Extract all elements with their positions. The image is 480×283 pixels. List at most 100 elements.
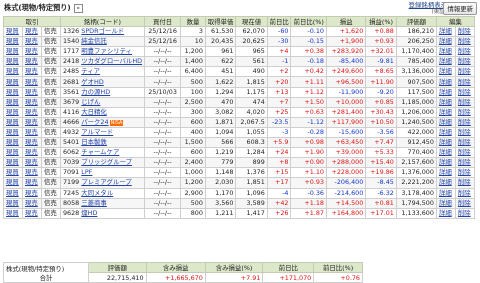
buy-button[interactable]: 現買 <box>3 207 23 219</box>
stock-name-link[interactable]: アルマード <box>81 128 113 136</box>
edit-link[interactable]: 詳細 <box>435 197 456 209</box>
edit-link[interactable]: 詳細 <box>435 126 456 139</box>
stock-name-link[interactable]: ティア <box>81 68 100 76</box>
col-pl-pct[interactable]: 損益(%) <box>365 16 397 27</box>
stock-name-link[interactable]: SPDRゴールド <box>81 28 124 36</box>
edit-link[interactable]: 詳細 <box>435 207 456 219</box>
col-pl[interactable]: 損益 <box>325 16 367 27</box>
edit-link[interactable]: 詳細 <box>435 116 456 128</box>
delete-link[interactable]: 削除 <box>454 86 476 98</box>
delete-link[interactable]: 削除 <box>454 106 476 118</box>
stock-name-link[interactable]: ブリッジグループ <box>81 159 132 167</box>
sell-button[interactable]: 現売 <box>21 46 42 58</box>
buy-button[interactable]: 現買 <box>3 177 23 189</box>
refresh-button[interactable]: 情報更新 <box>443 2 477 15</box>
stock-name-link[interactable]: 大同メタル <box>81 189 113 197</box>
sell-button[interactable]: 現売 <box>21 197 42 209</box>
sell-button[interactable]: 現売 <box>21 76 42 88</box>
sell-button[interactable]: 現売 <box>21 56 42 68</box>
stock-name-link[interactable]: チャームケア <box>81 149 119 157</box>
buy-button[interactable]: 現買 <box>3 167 23 179</box>
delete-link[interactable]: 削除 <box>454 76 476 88</box>
col-change[interactable]: 前日比 <box>266 16 292 27</box>
delete-link[interactable]: 削除 <box>454 25 476 38</box>
delete-link[interactable]: 削除 <box>454 56 476 68</box>
buy-button[interactable]: 現買 <box>3 147 23 159</box>
col-qty[interactable]: 数量 <box>180 16 206 27</box>
stock-name-link[interactable]: ゲオHD <box>81 78 104 86</box>
sell-button[interactable]: 現売 <box>21 187 42 199</box>
edit-link[interactable]: 詳細 <box>435 137 456 149</box>
stock-name-link[interactable]: 明豊ファシリティ <box>81 48 132 56</box>
sell-button[interactable]: 現売 <box>21 177 42 189</box>
edit-link[interactable]: 詳細 <box>435 177 456 189</box>
buy-button[interactable]: 現買 <box>3 66 23 78</box>
edit-link[interactable]: 詳細 <box>435 46 456 58</box>
sell-button[interactable]: 現売 <box>21 66 42 78</box>
sell-button[interactable]: 現売 <box>21 157 42 169</box>
stock-name-link[interactable]: 三菱商事 <box>81 199 107 207</box>
buy-button[interactable]: 現買 <box>3 126 23 139</box>
stock-name-link[interactable]: 日本製鉄 <box>81 139 107 147</box>
col-buy-date[interactable]: 買付日 <box>144 16 182 27</box>
stock-name-link[interactable]: 大日精化 <box>81 108 107 116</box>
edit-link[interactable]: 詳細 <box>435 96 456 108</box>
sell-button[interactable]: 現売 <box>21 106 42 118</box>
col-cost[interactable]: 取得単価 <box>204 16 237 27</box>
col-code[interactable]: 銘柄(コード) <box>59 16 146 27</box>
stock-name-link[interactable]: 純金信託 <box>81 38 107 46</box>
edit-link[interactable]: 詳細 <box>435 147 456 159</box>
stock-name-link[interactable]: ツカダグローバルHD <box>81 58 142 66</box>
edit-link[interactable]: 詳細 <box>435 56 456 68</box>
col-price[interactable]: 現在値 <box>235 16 268 27</box>
buy-button[interactable]: 現買 <box>3 56 23 68</box>
buy-button[interactable]: 現買 <box>3 86 23 98</box>
sell-button[interactable]: 現売 <box>21 25 42 38</box>
stock-name-link[interactable]: じげん <box>81 98 100 106</box>
buy-button[interactable]: 現買 <box>3 46 23 58</box>
edit-link[interactable]: 詳細 <box>435 36 456 48</box>
stock-name-link[interactable]: プレミアグループ <box>81 179 131 187</box>
buy-button[interactable]: 現買 <box>3 157 23 169</box>
edit-link[interactable]: 詳細 <box>435 106 456 118</box>
delete-link[interactable]: 削除 <box>454 126 476 139</box>
buy-button[interactable]: 現買 <box>3 197 23 209</box>
delete-link[interactable]: 削除 <box>454 66 476 78</box>
edit-link[interactable]: 詳細 <box>435 167 456 179</box>
edit-link[interactable]: 詳細 <box>435 66 456 78</box>
sell-button[interactable]: 現売 <box>21 137 42 149</box>
sell-button[interactable]: 現売 <box>21 147 42 159</box>
buy-button[interactable]: 現買 <box>3 137 23 149</box>
sell-button[interactable]: 現売 <box>21 207 42 219</box>
edit-link[interactable]: 詳細 <box>435 76 456 88</box>
sell-button[interactable]: 現売 <box>21 96 42 108</box>
delete-link[interactable]: 削除 <box>454 137 476 149</box>
stock-name-link[interactable]: パーク24 <box>81 118 108 126</box>
buy-button[interactable]: 現買 <box>3 76 23 88</box>
buy-button[interactable]: 現買 <box>3 96 23 108</box>
edit-link[interactable]: 詳細 <box>435 187 456 199</box>
sell-button[interactable]: 現売 <box>21 126 42 139</box>
edit-link[interactable]: 詳細 <box>435 157 456 169</box>
delete-link[interactable]: 削除 <box>454 207 476 219</box>
stock-name-link[interactable]: 燦HD <box>81 209 97 217</box>
sell-button[interactable]: 現売 <box>21 36 42 48</box>
buy-button[interactable]: 現買 <box>3 106 23 118</box>
delete-link[interactable]: 削除 <box>454 177 476 189</box>
stock-name-link[interactable]: 力の源HD <box>81 88 110 96</box>
col-change-pct[interactable]: 前日比(%) <box>290 16 327 27</box>
delete-link[interactable]: 削除 <box>454 96 476 108</box>
delete-link[interactable]: 削除 <box>454 187 476 199</box>
buy-button[interactable]: 現買 <box>3 187 23 199</box>
delete-link[interactable]: 削除 <box>454 197 476 209</box>
stock-name-link[interactable]: LPF <box>81 169 92 177</box>
edit-link[interactable]: 詳細 <box>435 86 456 98</box>
buy-button[interactable]: 現買 <box>3 36 23 48</box>
delete-link[interactable]: 削除 <box>454 46 476 58</box>
delete-link[interactable]: 削除 <box>454 157 476 169</box>
collapse-icon[interactable]: - <box>73 3 83 13</box>
sell-button[interactable]: 現売 <box>21 86 42 98</box>
buy-button[interactable]: 現買 <box>3 25 23 38</box>
sell-button[interactable]: 現売 <box>21 116 42 128</box>
col-value[interactable]: 評価額 <box>395 16 437 27</box>
